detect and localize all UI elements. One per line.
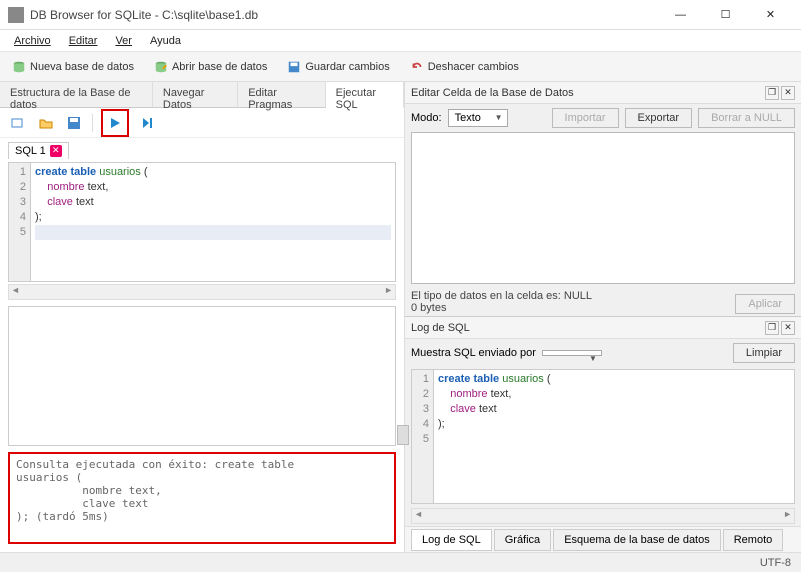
sql-file-tabs: SQL 1✕ bbox=[0, 138, 404, 162]
btab-remoto[interactable]: Remoto bbox=[723, 529, 784, 551]
btab-esquema[interactable]: Esquema de la base de datos bbox=[553, 529, 721, 551]
modo-combo[interactable]: Texto bbox=[448, 109, 508, 127]
close-tab-icon[interactable]: ✕ bbox=[50, 145, 62, 157]
cell-type-info: El tipo de datos en la celda es: NULL bbox=[411, 290, 735, 302]
modo-label: Modo: bbox=[411, 112, 442, 124]
new-db-button[interactable]: Nueva base de datos bbox=[6, 57, 140, 77]
bottom-tabs: Log de SQL Gráfica Esquema de la base de… bbox=[405, 526, 801, 552]
limpiar-button[interactable]: Limpiar bbox=[733, 343, 795, 363]
undo-changes-button[interactable]: Deshacer cambios bbox=[404, 57, 525, 77]
log-code-viewer: 12345 create table usuarios ( nombre tex… bbox=[411, 369, 795, 504]
main-area: Estructura de la Base de datos Navegar D… bbox=[0, 82, 801, 552]
main-toolbar: Nueva base de datos Abrir base de datos … bbox=[0, 52, 801, 82]
window-title: DB Browser for SQLite - C:\sqlite\base1.… bbox=[30, 8, 658, 22]
log-gutter: 12345 bbox=[412, 370, 434, 503]
log-code-area: create table usuarios ( nombre text, cla… bbox=[434, 370, 794, 503]
save-changes-button[interactable]: Guardar cambios bbox=[281, 57, 395, 77]
menu-archivo[interactable]: Archivo bbox=[6, 33, 59, 49]
log-sender-combo[interactable] bbox=[542, 350, 602, 356]
new-tab-icon[interactable] bbox=[8, 113, 28, 133]
sql-tab-1[interactable]: SQL 1✕ bbox=[8, 142, 69, 159]
close-button[interactable]: ✕ bbox=[748, 4, 793, 26]
btab-grafica[interactable]: Gráfica bbox=[494, 529, 551, 551]
open-db-button[interactable]: Abrir base de datos bbox=[148, 57, 273, 77]
execute-highlight bbox=[101, 109, 129, 137]
exportar-button[interactable]: Exportar bbox=[625, 108, 693, 128]
log-close-icon[interactable]: ✕ bbox=[781, 321, 795, 335]
save-file-icon[interactable] bbox=[64, 113, 84, 133]
sql-log-panel: Log de SQL ❐ ✕ Muestra SQL enviado por L… bbox=[405, 317, 801, 552]
aplicar-button[interactable]: Aplicar bbox=[735, 294, 795, 314]
separator bbox=[92, 114, 93, 132]
cell-text-editor[interactable] bbox=[411, 132, 795, 284]
tab-estructura[interactable]: Estructura de la Base de datos bbox=[0, 82, 153, 107]
cell-panel-header: Editar Celda de la Base de Datos ❐ ✕ bbox=[405, 82, 801, 104]
menu-editar[interactable]: Editar bbox=[61, 33, 106, 49]
right-pane: Editar Celda de la Base de Datos ❐ ✕ Mod… bbox=[405, 82, 801, 552]
encoding-label: UTF-8 bbox=[760, 557, 791, 569]
execute-button[interactable] bbox=[105, 113, 125, 133]
code-area[interactable]: create table usuarios ( nombre text, cla… bbox=[31, 163, 395, 281]
editor-hscroll[interactable] bbox=[8, 284, 396, 300]
grid-side-button[interactable] bbox=[397, 425, 409, 445]
log-sender-label: Muestra SQL enviado por bbox=[411, 347, 536, 359]
borrar-null-button[interactable]: Borrar a NULL bbox=[698, 108, 795, 128]
sql-editor[interactable]: 12345 create table usuarios ( nombre tex… bbox=[8, 162, 396, 282]
panel-close-icon[interactable]: ✕ bbox=[781, 86, 795, 100]
sql-toolbar bbox=[0, 108, 404, 138]
menubar: Archivo Editar Ver Ayuda bbox=[0, 30, 801, 52]
result-message: Consulta ejecutada con éxito: create tab… bbox=[8, 452, 396, 544]
importar-button[interactable]: Importar bbox=[552, 108, 619, 128]
query-results-grid bbox=[8, 306, 396, 446]
maximize-button[interactable]: ☐ bbox=[703, 4, 748, 26]
open-file-icon[interactable] bbox=[36, 113, 56, 133]
app-icon bbox=[8, 7, 24, 23]
execute-line-button[interactable] bbox=[137, 113, 157, 133]
undock-icon[interactable]: ❐ bbox=[765, 86, 779, 100]
edit-cell-panel: Editar Celda de la Base de Datos ❐ ✕ Mod… bbox=[405, 82, 801, 317]
statusbar: UTF-8 bbox=[0, 552, 801, 572]
btab-log[interactable]: Log de SQL bbox=[411, 529, 492, 551]
left-pane: Estructura de la Base de datos Navegar D… bbox=[0, 82, 405, 552]
titlebar: DB Browser for SQLite - C:\sqlite\base1.… bbox=[0, 0, 801, 30]
menu-ayuda[interactable]: Ayuda bbox=[142, 33, 189, 49]
line-gutter: 12345 bbox=[9, 163, 31, 281]
log-panel-header: Log de SQL ❐ ✕ bbox=[405, 317, 801, 339]
log-undock-icon[interactable]: ❐ bbox=[765, 321, 779, 335]
log-hscroll[interactable] bbox=[411, 508, 795, 524]
menu-ver[interactable]: Ver bbox=[107, 33, 140, 49]
tab-ejecutar[interactable]: Ejecutar SQL bbox=[326, 82, 404, 108]
cell-size-info: 0 bytes bbox=[411, 302, 735, 314]
tab-pragmas[interactable]: Editar Pragmas bbox=[238, 82, 325, 107]
main-tabs: Estructura de la Base de datos Navegar D… bbox=[0, 82, 404, 108]
minimize-button[interactable]: — bbox=[658, 4, 703, 26]
tab-navegar[interactable]: Navegar Datos bbox=[153, 82, 238, 107]
